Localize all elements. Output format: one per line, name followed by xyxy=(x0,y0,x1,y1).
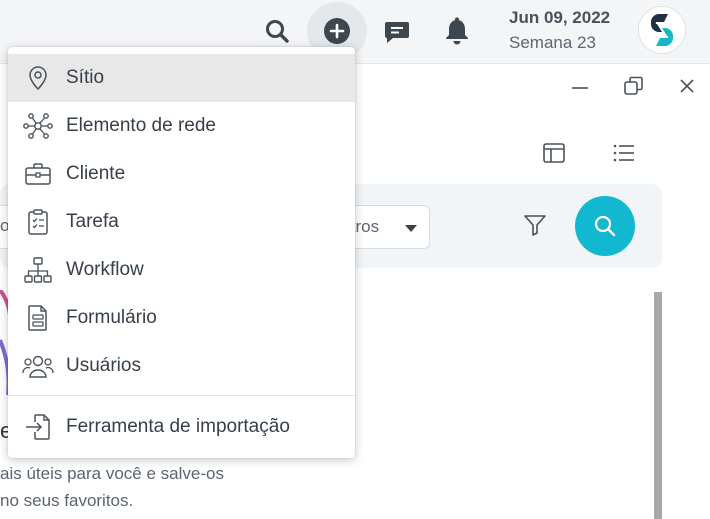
menu-item-label: Sítio xyxy=(66,67,105,88)
app-logo xyxy=(651,14,673,46)
menu-item-label: Ferramenta de importação xyxy=(66,416,290,437)
menu-item-label: Formulário xyxy=(66,307,157,328)
location-pin-icon xyxy=(22,62,54,94)
add-circle-icon xyxy=(324,18,350,44)
users-icon xyxy=(22,350,54,382)
menu-item-cliente[interactable]: Cliente xyxy=(8,150,355,198)
menu-item-formulario[interactable]: Formulário xyxy=(8,294,355,342)
list-view-icon[interactable] xyxy=(612,142,636,164)
content-description-line: ais úteis para você e salve-os xyxy=(0,464,224,483)
scrollbar[interactable] xyxy=(654,292,662,519)
caret-down-icon xyxy=(405,225,417,232)
chat-icon[interactable] xyxy=(380,14,414,48)
menu-item-label: Tarefa xyxy=(66,211,119,232)
menu-item-label: Cliente xyxy=(66,163,126,184)
menu-item-label: Workflow xyxy=(66,259,144,280)
bell-icon[interactable] xyxy=(440,14,474,48)
document-form-icon xyxy=(22,302,54,334)
menu-item-label: Elemento de rede xyxy=(66,115,216,136)
content-description-line: no seus favoritos. xyxy=(0,491,134,510)
menu-item-tarefa[interactable]: Tarefa xyxy=(8,198,355,246)
hierarchy-icon xyxy=(22,254,54,286)
menu-item-ferramenta-de-importacao[interactable]: Ferramenta de importação xyxy=(8,403,355,451)
menu-item-sitio[interactable]: Sítio xyxy=(8,54,355,102)
close-icon[interactable] xyxy=(676,74,698,98)
search-button[interactable] xyxy=(575,196,635,256)
current-date: Jun 09, 2022 xyxy=(509,8,611,27)
filter-icon[interactable] xyxy=(522,212,548,238)
search-icon[interactable] xyxy=(262,16,292,46)
menu-item-label: Usuários xyxy=(66,355,141,376)
menu-item-elemento-de-rede[interactable]: Elemento de rede xyxy=(8,102,355,150)
minimize-icon[interactable] xyxy=(568,76,592,96)
current-week: Semana 23 xyxy=(509,33,596,52)
search-icon xyxy=(594,215,616,237)
restore-icon[interactable] xyxy=(622,74,646,98)
import-icon xyxy=(22,411,54,443)
create-menu: Sítio Elemento de rede Cliente Tarefa Wo… xyxy=(8,47,355,458)
clipboard-checklist-icon xyxy=(22,206,54,238)
network-node-icon xyxy=(22,110,54,142)
menu-item-usuarios[interactable]: Usuários xyxy=(8,342,355,390)
briefcase-icon xyxy=(22,158,54,190)
menu-divider xyxy=(8,395,355,396)
avatar[interactable] xyxy=(638,6,686,54)
layout-view-icon[interactable] xyxy=(542,142,566,164)
menu-item-workflow[interactable]: Workflow xyxy=(8,246,355,294)
